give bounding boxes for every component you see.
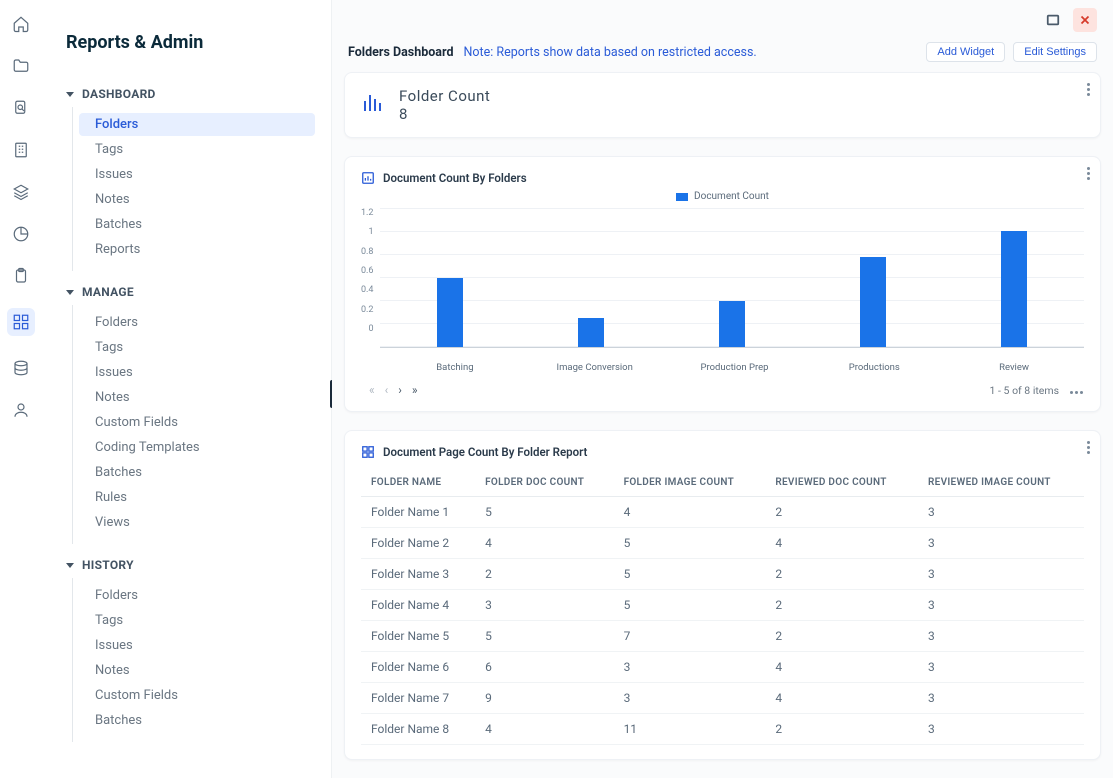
dashboard-note: Note: Reports show data based on restric… <box>464 45 757 60</box>
pie-icon[interactable] <box>11 224 31 244</box>
add-widget-button[interactable]: Add Widget <box>926 42 1005 62</box>
table-row[interactable]: Folder Name 79343 <box>361 683 1084 714</box>
nav-item-manage-tags[interactable]: Tags <box>79 336 315 359</box>
nav-section-manage[interactable]: MANAGE <box>56 279 321 305</box>
nav-item-history-notes[interactable]: Notes <box>79 659 315 682</box>
home-icon[interactable] <box>11 14 31 34</box>
layers-icon[interactable] <box>11 182 31 202</box>
table-row[interactable]: Folder Name 66343 <box>361 652 1084 683</box>
kpi-card-menu-icon[interactable] <box>1087 81 1090 98</box>
close-icon[interactable] <box>1073 8 1097 32</box>
pager-last-icon[interactable]: » <box>412 383 418 397</box>
table-row[interactable]: Folder Name 32523 <box>361 559 1084 590</box>
dashboard-header: Folders Dashboard Note: Reports show dat… <box>344 36 1101 72</box>
kpi-card-folder-count: Folder Count 8 <box>344 72 1101 138</box>
pager-more-icon[interactable] <box>1069 384 1084 397</box>
nav-section-dashboard[interactable]: DASHBOARD <box>56 81 321 107</box>
table-header[interactable]: FOLDER NAME <box>361 469 475 497</box>
bar-chart-icon <box>361 91 385 119</box>
window-maximize-icon[interactable] <box>1041 8 1065 32</box>
grid-icon[interactable] <box>7 308 35 336</box>
nav-item-manage-notes[interactable]: Notes <box>79 386 315 409</box>
chart-bar-production-prep[interactable] <box>719 301 745 347</box>
chart-x-axis: BatchingImage ConversionProduction PrepP… <box>385 362 1084 373</box>
nav-section-history[interactable]: HISTORY <box>56 552 321 578</box>
nav-item-history-issues[interactable]: Issues <box>79 634 315 657</box>
nav-item-dashboard-notes[interactable]: Notes <box>79 188 315 211</box>
pager-prev-icon[interactable]: ‹ <box>385 383 389 397</box>
table-row[interactable]: Folder Name 43523 <box>361 590 1084 621</box>
table-row[interactable]: Folder Name 841123 <box>361 714 1084 745</box>
nav-item-manage-folders[interactable]: Folders <box>79 311 315 334</box>
kpi-value: 8 <box>399 105 490 123</box>
chart-plot <box>380 208 1085 348</box>
chart-bar-batching[interactable] <box>437 278 463 348</box>
pager-status: 1 - 5 of 8 items <box>990 384 1059 397</box>
chart-bar-image-conversion[interactable] <box>578 318 604 347</box>
chart-y-axis: 1.210.80.60.40.20 <box>361 208 380 348</box>
table-row[interactable]: Folder Name 15423 <box>361 497 1084 528</box>
table-card-menu-icon[interactable] <box>1087 439 1090 456</box>
folder-icon[interactable] <box>11 56 31 76</box>
nav-item-history-batches[interactable]: Batches <box>79 709 315 732</box>
icon-rail <box>0 0 42 778</box>
chart-bar-review[interactable] <box>1001 231 1027 347</box>
user-icon[interactable] <box>11 400 31 420</box>
chart-pager: « ‹ › » 1 - 5 of 8 items <box>361 383 1084 397</box>
table-card-page-count: Document Page Count By Folder Report FOL… <box>344 430 1101 760</box>
chart-card-menu-icon[interactable] <box>1087 165 1090 182</box>
chart-legend: Document Count <box>361 191 1084 202</box>
table-header[interactable]: REVIEWED DOC COUNT <box>765 469 918 497</box>
table-title: Document Page Count By Folder Report <box>383 445 587 459</box>
data-table: FOLDER NAMEFOLDER DOC COUNTFOLDER IMAGE … <box>361 469 1084 745</box>
legend-label: Document Count <box>694 191 769 202</box>
nav-item-history-custom-fields[interactable]: Custom Fields <box>79 684 315 707</box>
dashboard-title: Folders Dashboard <box>348 45 454 60</box>
table-header[interactable]: FOLDER IMAGE COUNT <box>614 469 766 497</box>
search-doc-icon[interactable] <box>11 98 31 118</box>
nav-item-manage-batches[interactable]: Batches <box>79 461 315 484</box>
nav-item-dashboard-folders[interactable]: Folders <box>79 113 315 136</box>
nav-item-dashboard-issues[interactable]: Issues <box>79 163 315 186</box>
nav-item-dashboard-batches[interactable]: Batches <box>79 213 315 236</box>
nav-item-manage-custom-fields[interactable]: Custom Fields <box>79 411 315 434</box>
window-controls <box>344 0 1101 36</box>
main-content: Folders Dashboard Note: Reports show dat… <box>332 0 1113 778</box>
nav-item-manage-views[interactable]: Views <box>79 511 315 534</box>
chart-title: Document Count By Folders <box>383 171 527 185</box>
nav-item-dashboard-reports[interactable]: Reports <box>79 238 315 261</box>
nav-item-dashboard-tags[interactable]: Tags <box>79 138 315 161</box>
chart-card-document-count: Document Count By Folders Document Count… <box>344 156 1101 412</box>
table-row[interactable]: Folder Name 55723 <box>361 621 1084 652</box>
clipboard-icon[interactable] <box>11 266 31 286</box>
nav-item-history-folders[interactable]: Folders <box>79 584 315 607</box>
chart-bar-productions[interactable] <box>860 257 886 347</box>
edit-settings-button[interactable]: Edit Settings <box>1013 42 1097 62</box>
nav-item-manage-issues[interactable]: Issues <box>79 361 315 384</box>
table-row[interactable]: Folder Name 24543 <box>361 528 1084 559</box>
sidebar: Reports & Admin DASHBOARDFoldersTagsIssu… <box>42 0 332 778</box>
building-icon[interactable] <box>11 140 31 160</box>
table-header[interactable]: FOLDER DOC COUNT <box>475 469 613 497</box>
nav-item-history-tags[interactable]: Tags <box>79 609 315 632</box>
kpi-label: Folder Count <box>399 87 490 105</box>
pager-first-icon[interactable]: « <box>369 383 375 397</box>
database-icon[interactable] <box>11 358 31 378</box>
legend-swatch <box>676 193 688 201</box>
nav-item-manage-coding-templates[interactable]: Coding Templates <box>79 436 315 459</box>
page-title: Reports & Admin <box>66 32 311 53</box>
pager-next-icon[interactable]: › <box>398 383 402 397</box>
nav-item-manage-rules[interactable]: Rules <box>79 486 315 509</box>
table-header[interactable]: REVIEWED IMAGE COUNT <box>918 469 1084 497</box>
